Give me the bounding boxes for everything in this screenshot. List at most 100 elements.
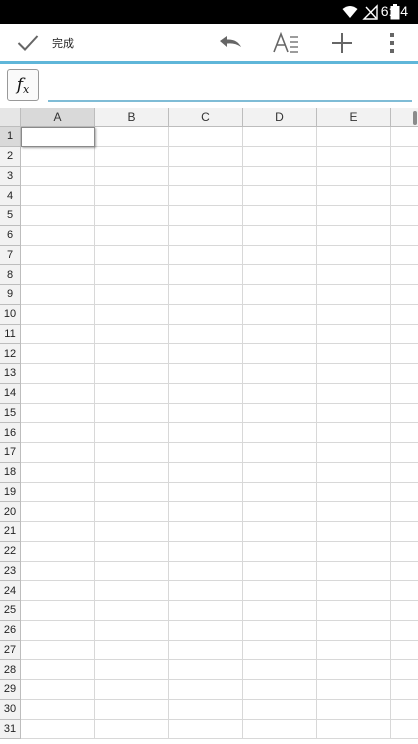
- grid-cell[interactable]: [95, 245, 169, 266]
- row-header-1[interactable]: 1: [0, 127, 21, 147]
- grid-cell[interactable]: [169, 324, 243, 345]
- grid-cell[interactable]: [169, 640, 243, 661]
- row-header-21[interactable]: 21: [0, 522, 21, 542]
- grid-cell[interactable]: [243, 522, 317, 542]
- grid-cell[interactable]: [391, 680, 418, 700]
- grid-cell[interactable]: [391, 246, 418, 266]
- grid-cell[interactable]: [391, 502, 418, 522]
- row-header-13[interactable]: 13: [0, 364, 21, 384]
- grid-cell[interactable]: [391, 206, 418, 226]
- grid-cell[interactable]: [317, 403, 391, 424]
- row-header-8[interactable]: 8: [0, 265, 21, 285]
- row-header-9[interactable]: 9: [0, 285, 21, 305]
- grid-cell[interactable]: [243, 127, 317, 147]
- grid-cell[interactable]: [21, 265, 95, 285]
- grid-cell[interactable]: [95, 364, 169, 384]
- grid-cell[interactable]: [21, 146, 95, 167]
- grid-cell[interactable]: [243, 364, 317, 384]
- row-header-19[interactable]: 19: [0, 482, 21, 503]
- grid-cell[interactable]: [95, 620, 169, 641]
- row-header-24[interactable]: 24: [0, 581, 21, 601]
- grid-cell[interactable]: [391, 463, 418, 483]
- grid-cell[interactable]: [391, 167, 418, 187]
- grid-cell[interactable]: [391, 542, 418, 562]
- grid-cell[interactable]: [95, 719, 169, 740]
- grid-cell[interactable]: [317, 166, 391, 187]
- grid-cell[interactable]: [243, 324, 317, 345]
- grid-cell[interactable]: [391, 325, 418, 345]
- grid-cell[interactable]: [169, 186, 243, 206]
- grid-cell[interactable]: [21, 403, 95, 424]
- grid-cell[interactable]: [21, 225, 95, 246]
- grid-cell[interactable]: [243, 265, 317, 285]
- grid-cell[interactable]: [243, 561, 317, 582]
- grid-cell[interactable]: [169, 680, 243, 700]
- grid-cell[interactable]: [317, 383, 391, 404]
- grid-cell[interactable]: [169, 166, 243, 187]
- grid-cell[interactable]: [95, 206, 169, 226]
- row-header-5[interactable]: 5: [0, 206, 21, 226]
- row-header-27[interactable]: 27: [0, 640, 21, 661]
- grid-cell[interactable]: [21, 344, 95, 364]
- grid-cell[interactable]: [169, 146, 243, 167]
- grid-cell[interactable]: [95, 225, 169, 246]
- grid-cell[interactable]: [391, 305, 418, 325]
- grid-cell[interactable]: [21, 719, 95, 740]
- grid-cell[interactable]: [95, 601, 169, 621]
- row-header-10[interactable]: 10: [0, 304, 21, 325]
- grid-cell[interactable]: [391, 384, 418, 404]
- row-header-12[interactable]: 12: [0, 344, 21, 364]
- row-header-25[interactable]: 25: [0, 601, 21, 621]
- column-header-b[interactable]: B: [95, 108, 169, 127]
- row-header-7[interactable]: 7: [0, 245, 21, 266]
- grid-cell[interactable]: [391, 127, 418, 147]
- grid-cell[interactable]: [95, 443, 169, 463]
- grid-cell[interactable]: [317, 699, 391, 720]
- grid-cell[interactable]: [169, 660, 243, 680]
- grid-cell[interactable]: [95, 265, 169, 285]
- row-header-29[interactable]: 29: [0, 680, 21, 700]
- grid-cell[interactable]: [317, 541, 391, 562]
- row-header-18[interactable]: 18: [0, 462, 21, 483]
- grid-cell[interactable]: [317, 719, 391, 740]
- row-header-16[interactable]: 16: [0, 423, 21, 443]
- grid-cell[interactable]: [243, 660, 317, 680]
- row-header-22[interactable]: 22: [0, 541, 21, 562]
- grid-cell[interactable]: [21, 462, 95, 483]
- grid-cell[interactable]: [243, 186, 317, 206]
- grid-cell[interactable]: [169, 245, 243, 266]
- grid-cell[interactable]: [169, 265, 243, 285]
- formula-input[interactable]: [48, 68, 412, 102]
- grid-cell[interactable]: [95, 561, 169, 582]
- grid-cell[interactable]: [95, 166, 169, 187]
- grid-cell[interactable]: [21, 699, 95, 720]
- grid-cell[interactable]: [21, 541, 95, 562]
- grid-cell[interactable]: [391, 621, 418, 641]
- grid-cell[interactable]: [317, 601, 391, 621]
- grid-cell[interactable]: [243, 285, 317, 305]
- grid-cell[interactable]: [243, 304, 317, 325]
- column-header-e[interactable]: E: [317, 108, 391, 127]
- grid-cell[interactable]: [169, 443, 243, 463]
- grid-cell[interactable]: [95, 146, 169, 167]
- grid-cell[interactable]: [391, 364, 418, 384]
- grid-cell[interactable]: [317, 344, 391, 364]
- row-header-28[interactable]: 28: [0, 660, 21, 680]
- grid-cell[interactable]: [95, 324, 169, 345]
- grid-cell[interactable]: [317, 127, 391, 147]
- grid-cell[interactable]: [317, 443, 391, 463]
- grid-cell[interactable]: [243, 146, 317, 167]
- grid-cell[interactable]: [317, 146, 391, 167]
- grid-cell[interactable]: [169, 502, 243, 522]
- grid-cell[interactable]: [169, 462, 243, 483]
- grid-cell[interactable]: [169, 344, 243, 364]
- grid-cell[interactable]: [21, 304, 95, 325]
- undo-icon[interactable]: [216, 24, 244, 61]
- grid-cell[interactable]: [243, 423, 317, 443]
- grid-cell[interactable]: [95, 403, 169, 424]
- grid-cell[interactable]: [317, 265, 391, 285]
- grid-cell[interactable]: [317, 206, 391, 226]
- grid-cell[interactable]: [243, 166, 317, 187]
- grid-cell[interactable]: [169, 423, 243, 443]
- grid-cell[interactable]: [169, 601, 243, 621]
